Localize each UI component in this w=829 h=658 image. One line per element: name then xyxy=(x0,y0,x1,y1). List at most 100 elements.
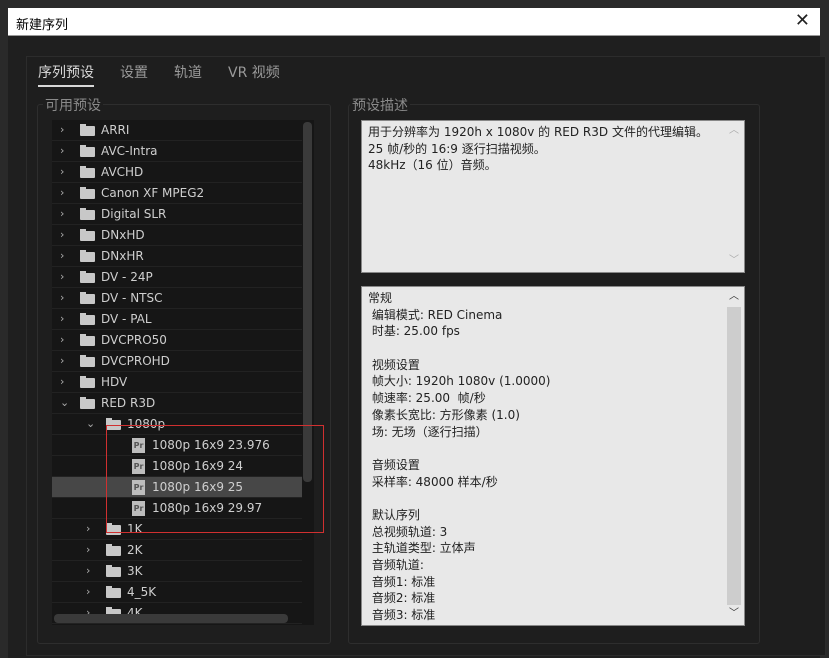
tab-0[interactable]: 序列预设 xyxy=(38,62,94,87)
item-label: 1080p 16x9 23.976 xyxy=(152,438,270,452)
folder-item[interactable]: ⌄ 1080p xyxy=(52,414,302,435)
chevron-right-icon[interactable]: › xyxy=(60,123,64,136)
preset-item[interactable]: Pr 1080p 16x9 24 xyxy=(52,456,302,477)
preset-item[interactable]: Pr 1080p 16x9 25 xyxy=(52,477,302,498)
text-line: 常规 xyxy=(368,291,393,305)
chevron-right-icon[interactable]: › xyxy=(60,312,64,325)
chevron-down-icon[interactable]: ﹀ xyxy=(726,606,742,623)
text-line: 默认序列 xyxy=(368,507,420,522)
folder-item[interactable]: › 1K xyxy=(52,519,302,540)
preset-file-icon: Pr xyxy=(132,501,145,516)
preset-item[interactable]: Pr 1080p 16x9 29.97 xyxy=(52,498,302,519)
chevron-down-icon[interactable]: ⌄ xyxy=(60,396,69,409)
description-textbox[interactable]: 用于分辨率为 1920h x 1080v 的 RED R3D 文件的代理编辑。 2… xyxy=(361,120,745,273)
folder-item[interactable]: › DV - 24P xyxy=(52,267,302,288)
chevron-right-icon[interactable]: › xyxy=(60,144,64,157)
preset-item[interactable]: Pr 1080p 16x9 23.976 xyxy=(52,435,302,456)
folder-icon xyxy=(106,565,121,577)
folder-item[interactable]: › HDV xyxy=(52,372,302,393)
folder-icon xyxy=(80,313,95,325)
folder-item[interactable]: › 4_5K xyxy=(52,582,302,603)
folder-item[interactable]: › AVC-Intra xyxy=(52,141,302,162)
folder-item[interactable]: ⌄ RED R3D xyxy=(52,393,302,414)
folder-item[interactable]: › DVCPROHD xyxy=(52,351,302,372)
preset-file-icon: Pr xyxy=(132,480,145,495)
item-label: ARRI xyxy=(101,123,130,137)
item-label: DV - NTSC xyxy=(101,291,163,305)
folder-item[interactable]: › 2K xyxy=(52,540,302,561)
title-bar: 新建序列 ✕ xyxy=(8,8,820,36)
folder-icon xyxy=(80,292,95,304)
folder-icon xyxy=(106,523,121,535)
chevron-right-icon[interactable]: › xyxy=(86,543,90,556)
item-label: 1K xyxy=(127,522,143,536)
tab-3[interactable]: VR 视频 xyxy=(228,62,280,87)
chevron-right-icon[interactable]: › xyxy=(60,333,64,346)
chevron-right-icon[interactable]: › xyxy=(86,585,90,598)
text-line xyxy=(368,340,738,357)
folder-icon xyxy=(106,418,121,430)
chevron-right-icon[interactable]: › xyxy=(60,228,64,241)
description-scrollbar[interactable]: ︿ ﹀ xyxy=(726,123,742,270)
item-label: DV - 24P xyxy=(101,270,153,284)
folder-item[interactable]: › AVCHD xyxy=(52,162,302,183)
preset-tree-horizontal-scrollbar[interactable] xyxy=(54,614,288,623)
folder-item[interactable]: › Canon XF MPEG2 xyxy=(52,183,302,204)
window-title: 新建序列 xyxy=(16,18,69,33)
text-line: 音频设置 xyxy=(368,457,420,472)
chevron-right-icon[interactable]: › xyxy=(60,165,64,178)
chevron-down-icon[interactable]: ⌄ xyxy=(86,417,95,430)
preset-tree[interactable]: › ARRI › AVC-Intra › AVCHD › Canon XF MPEG2 › Dig… xyxy=(52,120,314,625)
chevron-right-icon[interactable]: › xyxy=(60,207,64,220)
text-line xyxy=(368,440,738,457)
folder-item[interactable]: › ARRI xyxy=(52,120,302,141)
chevron-up-icon[interactable]: ︿ xyxy=(726,123,742,140)
details-scroll-thumb[interactable] xyxy=(727,307,741,605)
folder-item[interactable]: › DV - PAL xyxy=(52,309,302,330)
item-label: AVCHD xyxy=(101,165,144,179)
chevron-right-icon[interactable]: › xyxy=(86,564,90,577)
chevron-right-icon[interactable]: › xyxy=(60,354,64,367)
details-scrollbar[interactable]: ︿ ﹀ xyxy=(726,289,742,623)
item-label: DNxHR xyxy=(101,249,144,263)
chevron-down-icon[interactable]: ﹀ xyxy=(726,253,742,270)
folder-item[interactable]: › Digital SLR xyxy=(52,204,302,225)
chevron-right-icon[interactable]: › xyxy=(60,186,64,199)
folder-icon xyxy=(80,397,95,409)
folder-item[interactable]: › DNxHR xyxy=(52,246,302,267)
item-label: 1080p 16x9 24 xyxy=(152,459,244,473)
text-line: 主轨道类型: 立体声 xyxy=(368,541,476,556)
text-line: 音频轨道: xyxy=(368,558,424,572)
chevron-right-icon[interactable]: › xyxy=(60,270,64,283)
folder-icon xyxy=(80,145,95,157)
preset-tree-vertical-scrollbar[interactable] xyxy=(303,122,312,482)
folder-item[interactable]: › 3K xyxy=(52,561,302,582)
item-label: 1080p xyxy=(127,417,166,431)
folder-icon xyxy=(80,229,95,241)
text-line: 场: 无场（逐行扫描） xyxy=(368,424,488,439)
tab-1[interactable]: 设置 xyxy=(120,62,148,87)
folder-icon xyxy=(80,166,95,178)
item-label: DV - PAL xyxy=(101,312,152,326)
available-presets-label: 可用预设 xyxy=(43,95,103,115)
details-textbox[interactable]: 常规 编辑模式: RED Cinema 时基: 25.00 fps 视频设置 帧… xyxy=(361,286,745,626)
text-line: 编辑模式: RED Cinema xyxy=(368,307,503,322)
text-line: 总视频轨道: 3 xyxy=(368,524,448,539)
text-line xyxy=(368,490,738,507)
close-icon[interactable]: ✕ xyxy=(795,10,810,31)
folder-icon xyxy=(80,271,95,283)
item-label: RED R3D xyxy=(101,396,156,410)
item-label: 1080p 16x9 29.97 xyxy=(152,501,263,515)
folder-item[interactable]: › DV - NTSC xyxy=(52,288,302,309)
folder-item[interactable]: › DVCPRO50 xyxy=(52,330,302,351)
chevron-right-icon[interactable]: › xyxy=(60,375,64,388)
text-line: 音频2: 标准 xyxy=(368,591,436,606)
tab-2[interactable]: 轨道 xyxy=(174,62,202,87)
chevron-right-icon[interactable]: › xyxy=(60,249,64,262)
item-label: Canon XF MPEG2 xyxy=(101,186,205,200)
folder-icon xyxy=(80,355,95,367)
chevron-right-icon[interactable]: › xyxy=(60,291,64,304)
folder-item[interactable]: › DNxHD xyxy=(52,225,302,246)
chevron-right-icon[interactable]: › xyxy=(86,522,90,535)
chevron-up-icon[interactable]: ︿ xyxy=(726,289,742,306)
